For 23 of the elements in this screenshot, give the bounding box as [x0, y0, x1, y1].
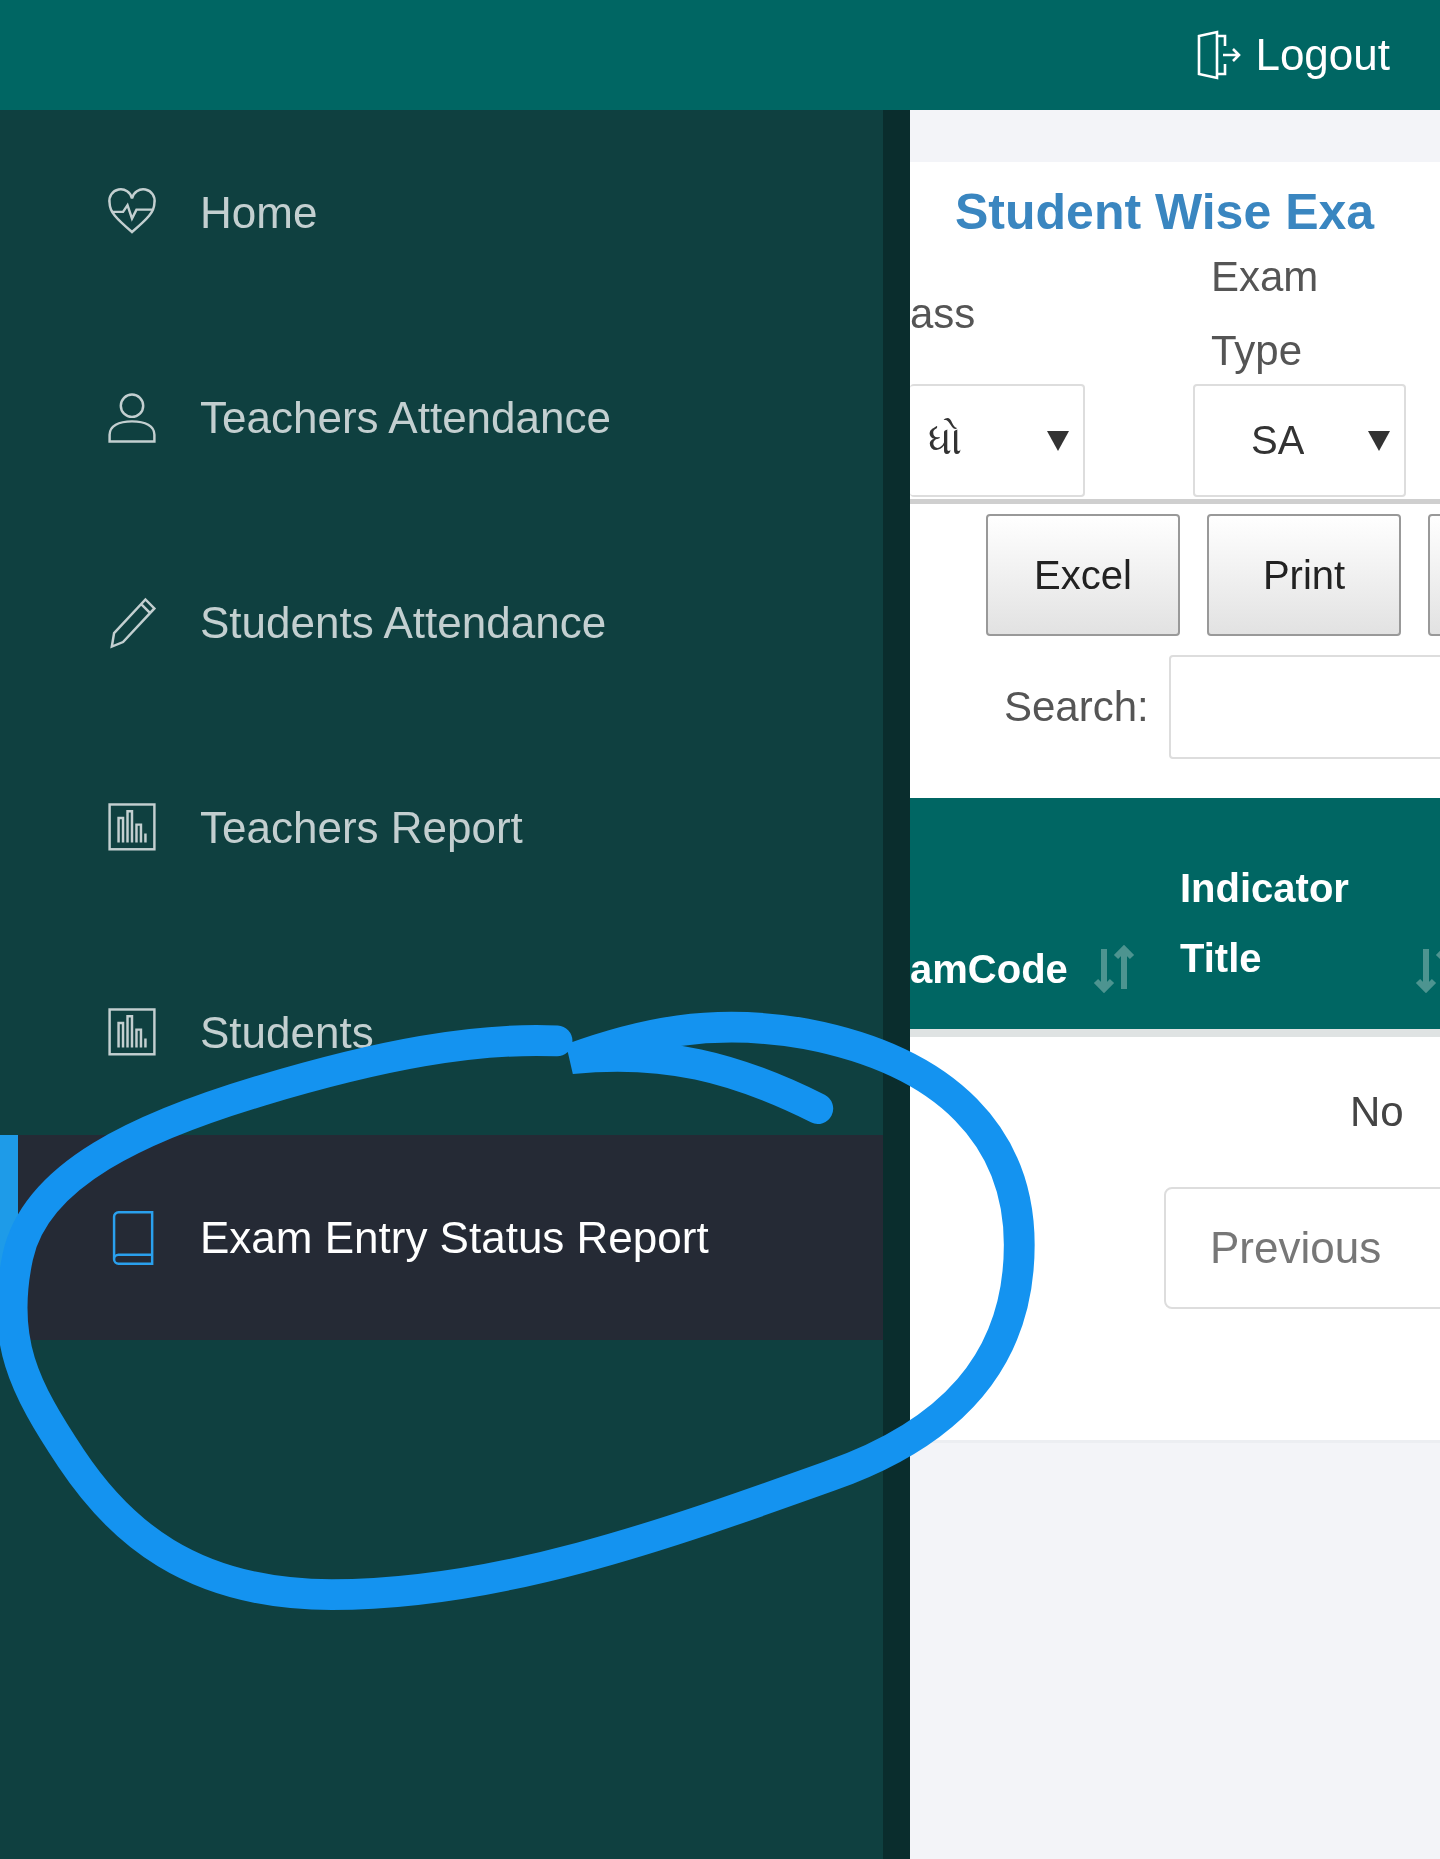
sidebar-item[interactable]: Home [0, 110, 883, 315]
export-button[interactable]: Excel [986, 514, 1180, 636]
select-field[interactable]: ધો [910, 384, 1085, 497]
sidebar-item[interactable]: Teachers Attendance [0, 315, 883, 520]
sidebar-item[interactable]: Students Attendance [0, 520, 883, 725]
empty-message: No [1350, 1088, 1404, 1136]
column-header[interactable]: amCode [910, 945, 1068, 993]
sidebar-item[interactable]: Exam Entry Status Report [0, 1135, 883, 1340]
sidebar-item[interactable]: Teachers Report [0, 725, 883, 930]
page-title: Student Wise Exa [954, 183, 1376, 242]
sort-icon [1091, 945, 1136, 993]
caret-icon [1047, 430, 1069, 451]
column-header[interactable]: Indicator Title [1180, 853, 1390, 993]
filter-label: ass [910, 289, 977, 339]
export-button[interactable]: Print [1207, 514, 1401, 636]
previous-button[interactable]: Previous [1164, 1187, 1440, 1309]
logout-link[interactable]: Logout [1193, 30, 1390, 80]
caret-icon [1368, 430, 1390, 451]
select-field[interactable]: SA [1193, 384, 1406, 497]
search-field[interactable] [1168, 655, 1440, 759]
search-label: Search: [1004, 683, 1149, 731]
filter-label: Exam Type [1210, 252, 1320, 376]
sidebar-item[interactable]: Students [0, 930, 883, 1135]
